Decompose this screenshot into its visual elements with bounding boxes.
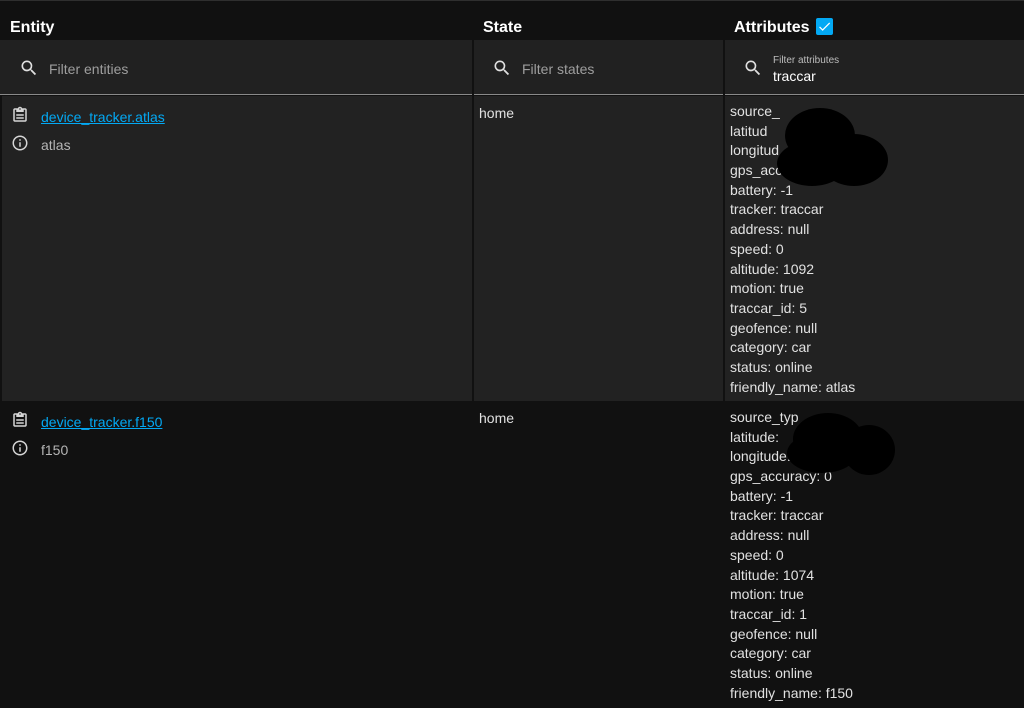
attribute-item: speed: 0: [730, 546, 784, 563]
attributes-filter-input[interactable]: traccar: [773, 68, 816, 84]
table-row-state-cell: home: [474, 96, 723, 401]
attributes-checkbox[interactable]: [816, 18, 833, 35]
clipboard-icon[interactable]: [11, 106, 29, 124]
attribute-item: friendly_name: f150: [730, 684, 853, 701]
state-column-header[interactable]: State: [483, 19, 522, 37]
attribute-item: traccar_id: 1: [730, 605, 808, 622]
attribute-item: altitude: 1092: [730, 260, 815, 277]
attribute-item: address: null: [730, 527, 810, 544]
entity-filter-input[interactable]: Filter entities: [49, 61, 128, 77]
state-value: home: [479, 410, 515, 426]
check-icon: [819, 22, 831, 31]
entity-friendly-name: f150: [41, 442, 69, 458]
top-divider: [0, 0, 1024, 1]
attributes-filter[interactable]: Filter attributes traccar: [725, 40, 1024, 95]
entity-friendly-name: atlas: [41, 137, 71, 153]
attribute-item: traccar_id: 5: [730, 299, 808, 316]
attribute-item: status: online: [730, 664, 813, 681]
attributes-filter-label: Filter attributes: [773, 55, 840, 66]
attribute-item: battery: -1: [730, 181, 794, 198]
attribute-item: motion: true: [730, 586, 804, 603]
attribute-item: motion: true: [730, 280, 804, 297]
attribute-item: address: null: [730, 221, 810, 238]
attribute-item: friendly_name: atlas: [730, 378, 856, 395]
clipboard-icon[interactable]: [11, 411, 29, 429]
attribute-item: tracker: traccar: [730, 201, 824, 218]
redaction-mark: [777, 141, 847, 186]
entity-link[interactable]: device_tracker.f150: [41, 414, 162, 430]
info-icon[interactable]: [11, 134, 29, 152]
table-row-attributes-cell: source_typ latitude: longitude: gps_accu…: [725, 401, 1024, 708]
attribute-item: battery: -1: [730, 487, 794, 504]
attribute-item: status: online: [730, 358, 813, 375]
table-row-attributes-cell: source_ latitud longitud gps_accu batter…: [725, 96, 1024, 401]
attribute-item: geofence: null: [730, 319, 818, 336]
attribute-item: tracker: traccar: [730, 507, 824, 524]
state-value: home: [479, 105, 515, 121]
search-icon: [21, 60, 37, 76]
attribute-item: altitude: 1074: [730, 566, 815, 583]
entity-link[interactable]: device_tracker.atlas: [41, 109, 165, 125]
state-filter[interactable]: Filter states: [474, 40, 723, 95]
entity-filter[interactable]: Filter entities: [0, 40, 472, 95]
state-filter-input[interactable]: Filter states: [522, 61, 594, 77]
table-row-state-cell: home: [474, 401, 723, 708]
entity-column-header[interactable]: Entity: [10, 19, 54, 37]
search-icon: [745, 60, 761, 76]
info-icon[interactable]: [11, 439, 29, 457]
attribute-item: category: car: [730, 645, 811, 662]
redaction-mark: [787, 433, 857, 473]
attributes-column-header[interactable]: Attributes: [734, 19, 810, 37]
attribute-item: speed: 0: [730, 240, 784, 257]
table-row-entity-cell: device_tracker.atlas atlas: [2, 96, 472, 401]
table-row-entity-cell: device_tracker.f150 f150: [0, 401, 472, 708]
attribute-item: geofence: null: [730, 625, 818, 642]
attribute-item: category: car: [730, 339, 811, 356]
search-icon: [494, 60, 510, 76]
